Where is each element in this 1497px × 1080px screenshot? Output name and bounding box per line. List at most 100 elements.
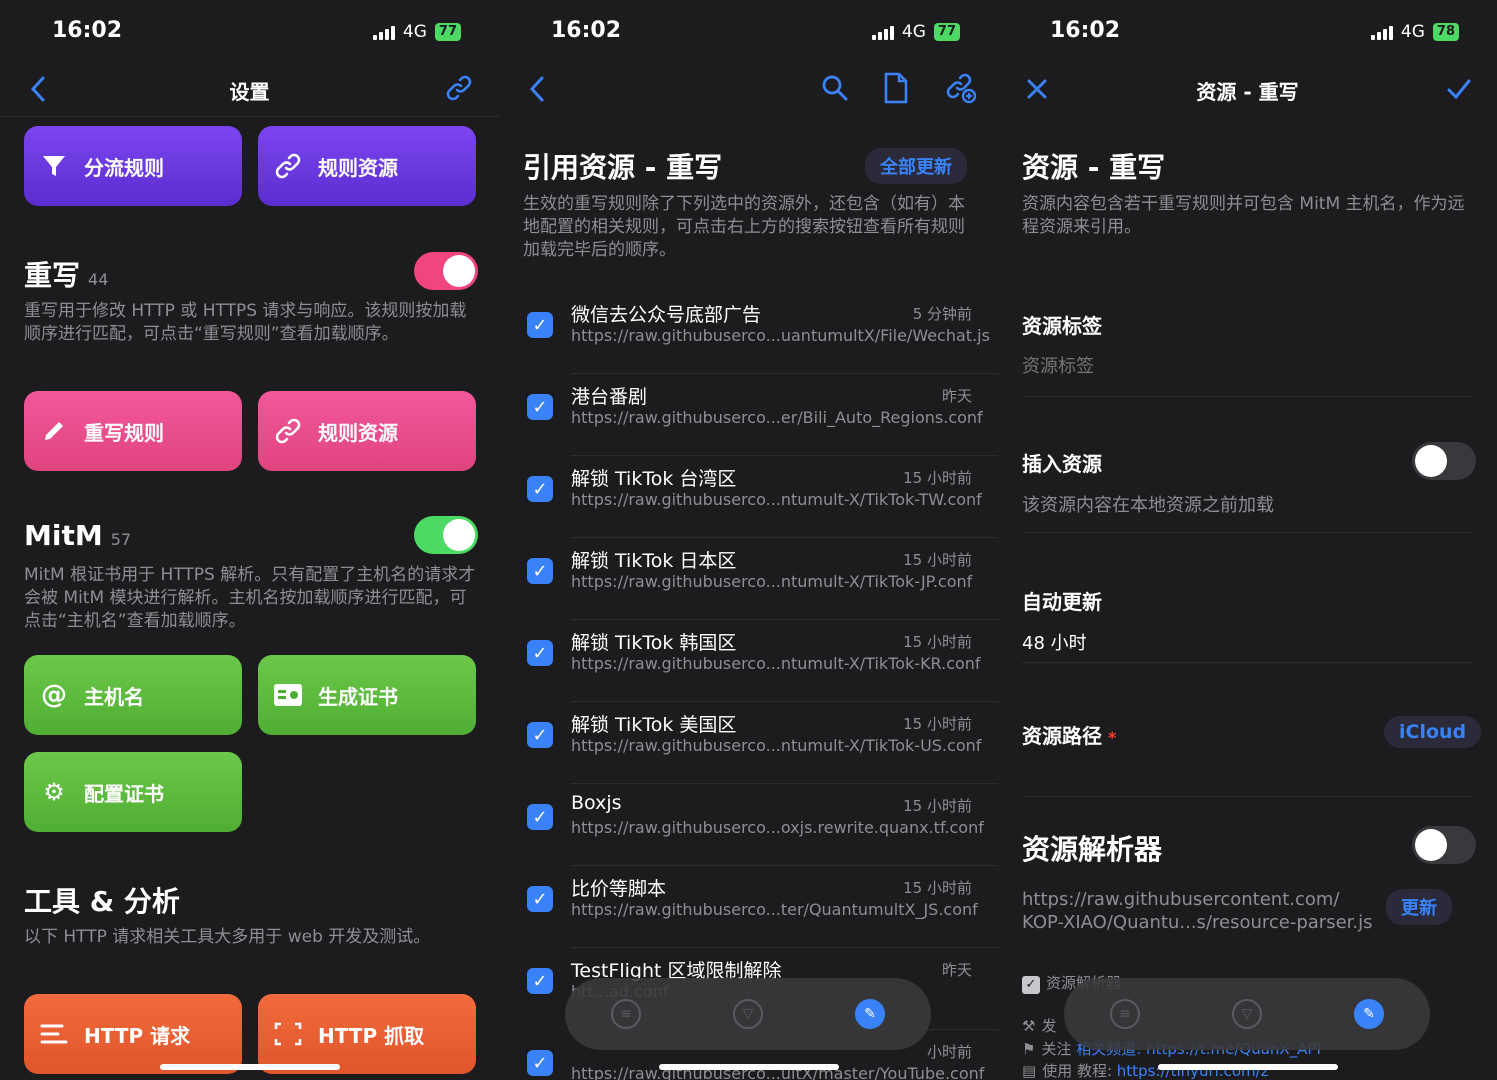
resource-row[interactable]: ✓ 港台番剧 昨天 https://raw.githubuserco...er/Bil… bbox=[499, 374, 998, 456]
mitm-description: MitM 根证书用于 HTTPS 解析。只有配置了主机名的请求才会被 MitM … bbox=[24, 565, 476, 631]
resource-name: 微信去公众号底部广告 bbox=[571, 304, 762, 326]
parser-update-button[interactable]: 更新 bbox=[1386, 889, 1452, 925]
parser-url[interactable]: https://raw.githubusercontent.com/KOP-XI… bbox=[1022, 888, 1373, 934]
hostname-label: 主机名 bbox=[84, 684, 144, 709]
resource-parser-toggle[interactable] bbox=[1412, 826, 1476, 864]
battery-icon: 77 bbox=[434, 23, 461, 41]
rewrite-description: 重写用于修改 HTTP 或 HTTPS 请求与响应。该规则按加载顺序进行匹配，可… bbox=[24, 301, 467, 344]
page-title: 资源 - 重写 bbox=[1022, 151, 1166, 184]
status-bar: 16:02 4G 78 bbox=[998, 0, 1497, 66]
network-label: 4G bbox=[402, 22, 427, 42]
tag-label: 资源标签 bbox=[1022, 314, 1102, 338]
resource-time: 15 小时前 bbox=[903, 633, 972, 651]
rewrite-toggle[interactable] bbox=[414, 252, 478, 290]
checkbox-icon[interactable]: ✓ bbox=[527, 640, 553, 666]
status-time: 16:02 bbox=[1050, 18, 1121, 43]
auto-update-value[interactable]: 48 小时 bbox=[1022, 629, 1087, 655]
resource-row[interactable]: ✓ 微信去公众号底部广告 5 分钟前 https://raw.githubuserco… bbox=[499, 292, 998, 374]
mitm-toggle[interactable] bbox=[414, 516, 478, 554]
resource-name: 港台番剧 bbox=[571, 386, 648, 408]
checkbox-icon[interactable]: ✓ bbox=[527, 968, 553, 994]
document-icon[interactable] bbox=[883, 72, 909, 104]
log-line: ⚒ 发 bbox=[1022, 1017, 1057, 1035]
http-request-button[interactable]: HTTP 请求 bbox=[24, 994, 242, 1074]
tab-server-icon[interactable]: ≡ bbox=[611, 999, 641, 1029]
capture-icon bbox=[272, 1018, 304, 1050]
resource-name: 解锁 TikTok 韩国区 bbox=[571, 632, 737, 654]
required-marker: * bbox=[1108, 728, 1117, 747]
http-capture-button[interactable]: HTTP 抓取 bbox=[258, 994, 476, 1074]
insert-resource-label: 插入资源 bbox=[1022, 452, 1102, 476]
http-capture-label: HTTP 抓取 bbox=[318, 1023, 425, 1048]
resource-url: https://raw.githubuserco...uantumultX/Fi… bbox=[571, 326, 990, 345]
checkbox-icon[interactable]: ✓ bbox=[527, 886, 553, 912]
tab-rewrite-icon[interactable]: ✎ bbox=[855, 999, 885, 1029]
tab-filter-icon[interactable]: ▽ bbox=[1232, 999, 1262, 1029]
insert-resource-description: 该资源内容在本地资源之前加载 bbox=[1022, 495, 1274, 516]
insert-resource-toggle[interactable] bbox=[1412, 442, 1476, 480]
tab-server-icon[interactable]: ≡ bbox=[1110, 999, 1140, 1029]
hostname-button[interactable]: @ 主机名 bbox=[24, 655, 242, 735]
add-link-icon[interactable] bbox=[945, 72, 977, 104]
resource-parser-label: 资源解析器 bbox=[1022, 833, 1163, 866]
mitm-section-title: MitM 57 bbox=[24, 519, 132, 552]
checkbox-icon[interactable]: ✓ bbox=[527, 804, 553, 830]
checkbox-icon[interactable]: ✓ bbox=[527, 312, 553, 338]
tab-rewrite-icon[interactable]: ✎ bbox=[1354, 999, 1384, 1029]
rule-resources-button[interactable]: 规则资源 bbox=[258, 126, 476, 206]
checkbox-icon[interactable]: ✓ bbox=[527, 476, 553, 502]
search-icon[interactable] bbox=[821, 74, 849, 102]
page-description: 资源内容包含若干重写规则并可包含 MitM 主机名，作为远程资源来引用。 bbox=[1022, 194, 1465, 237]
resource-time: 5 分钟前 bbox=[912, 305, 972, 323]
mitm-count: 57 bbox=[110, 530, 132, 549]
filter-icon bbox=[38, 150, 70, 182]
config-cert-label: 配置证书 bbox=[84, 781, 164, 806]
resource-row[interactable]: ✓ 解锁 TikTok 美国区 15 小时前 https://raw.githubus… bbox=[499, 702, 998, 784]
book-icon: ▤ bbox=[1022, 1062, 1037, 1080]
back-icon[interactable] bbox=[529, 76, 545, 102]
network-label: 4G bbox=[1400, 22, 1425, 42]
signal-icon bbox=[1370, 24, 1393, 40]
tab-dock: ≡ ▽ ✎ bbox=[565, 978, 931, 1050]
resource-time: 15 小时前 bbox=[903, 797, 972, 815]
checkmark-icon[interactable] bbox=[1447, 78, 1471, 100]
at-icon: @ bbox=[41, 680, 67, 710]
update-all-button[interactable]: 全部更新 bbox=[865, 148, 967, 184]
rewrite-resources-button[interactable]: 规则资源 bbox=[258, 391, 476, 471]
checkbox-icon[interactable]: ✓ bbox=[527, 1050, 553, 1076]
rewrite-resources-panel: 16:02 4G 77 引用资源 - 重写 全部更新 生效的重写规则除了下列选中… bbox=[499, 0, 998, 1080]
checkbox-icon[interactable]: ✓ bbox=[527, 394, 553, 420]
checkbox-icon[interactable]: ✓ bbox=[527, 558, 553, 584]
generate-cert-button[interactable]: 生成证书 bbox=[258, 655, 476, 735]
status-time: 16:02 bbox=[551, 18, 622, 43]
rewrite-rules-button[interactable]: 重写规则 bbox=[24, 391, 242, 471]
check-icon: ✓ bbox=[1022, 976, 1040, 994]
divider bbox=[1022, 396, 1473, 397]
resource-time: 昨天 bbox=[941, 387, 972, 405]
resource-path-label: 资源路径 * bbox=[1022, 724, 1117, 748]
resource-row[interactable]: ✓ Boxjs 15 小时前 https://raw.githubuserco...o… bbox=[499, 784, 998, 866]
flag-icon: ⚑ bbox=[1022, 1040, 1036, 1058]
resource-time: 小时前 bbox=[926, 1043, 972, 1061]
nav-bar: 设置 bbox=[0, 66, 499, 116]
icloud-button[interactable]: iCloud bbox=[1384, 716, 1482, 748]
resource-url: https://raw.githubuserco...ntumult-X/Tik… bbox=[571, 572, 973, 591]
config-cert-button[interactable]: ⚙ 配置证书 bbox=[24, 752, 242, 832]
resource-row[interactable]: ✓ 比价等脚本 15 小时前 https://raw.githubuserco...t… bbox=[499, 866, 998, 948]
resource-time: 15 小时前 bbox=[903, 879, 972, 897]
tag-input[interactable] bbox=[1022, 352, 1462, 380]
resource-name: 解锁 TikTok 美国区 bbox=[571, 714, 737, 736]
resource-row[interactable]: ✓ 解锁 TikTok 日本区 15 小时前 https://raw.githubus… bbox=[499, 538, 998, 620]
list-icon bbox=[38, 1018, 70, 1050]
nav-title: 设置 bbox=[229, 80, 270, 104]
resource-time: 15 小时前 bbox=[903, 715, 972, 733]
tab-filter-icon[interactable]: ▽ bbox=[733, 999, 763, 1029]
checkbox-icon[interactable]: ✓ bbox=[527, 722, 553, 748]
resource-row[interactable]: ✓ 解锁 TikTok 韩国区 15 小时前 https://raw.githubus… bbox=[499, 620, 998, 702]
rewrite-count: 44 bbox=[88, 270, 109, 289]
resource-row[interactable]: ✓ 解锁 TikTok 台湾区 15 小时前 https://raw.githubus… bbox=[499, 456, 998, 538]
split-rules-button[interactable]: 分流规则 bbox=[24, 126, 242, 206]
resource-url: https://raw.githubuserco...ntumult-X/Tik… bbox=[571, 490, 982, 509]
page-description: 生效的重写规则除了下列选中的资源外，还包含（如有）本地配置的相关规则，可点击右上… bbox=[523, 194, 965, 260]
link-icon[interactable] bbox=[445, 74, 473, 102]
